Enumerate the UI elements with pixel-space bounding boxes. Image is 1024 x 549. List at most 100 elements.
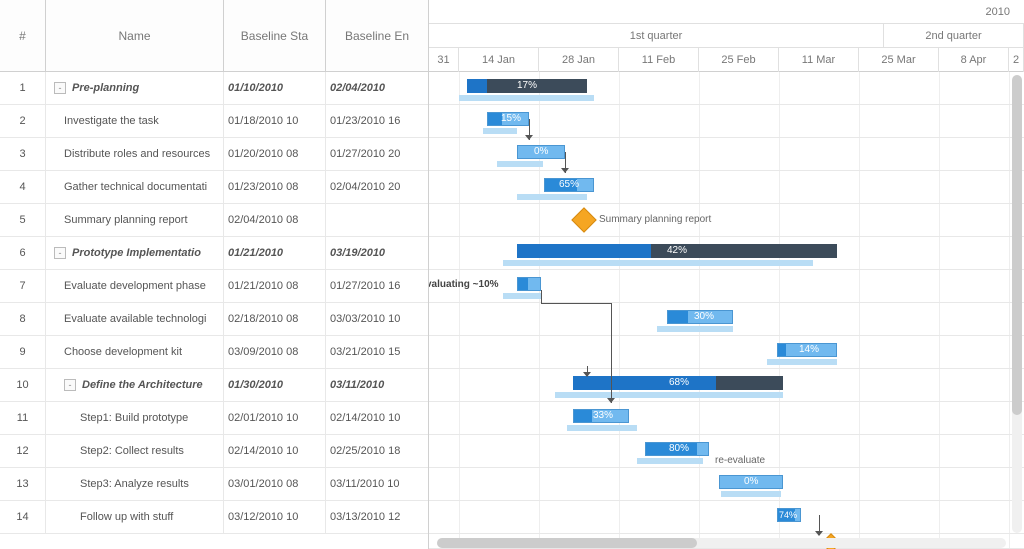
timeline-row[interactable]: 17% — [429, 72, 1024, 105]
row-end-date[interactable] — [326, 204, 428, 236]
row-start-date[interactable]: 02/14/2010 10 — [224, 435, 326, 467]
row-name[interactable]: Evaluate development phase — [46, 270, 224, 302]
row-name[interactable]: Step2: Collect results — [46, 435, 224, 467]
row-name[interactable]: Distribute roles and resources — [46, 138, 224, 170]
row-start-date[interactable]: 01/23/2010 08 — [224, 171, 326, 203]
row-name[interactable]: Evaluate available technologi — [46, 303, 224, 335]
row-end-date[interactable]: 02/04/2010 20 — [326, 171, 428, 203]
row-start-date[interactable]: 02/18/2010 08 — [224, 303, 326, 335]
timeline-row[interactable]: 42% — [429, 237, 1024, 270]
timeline-row[interactable]: valuating ~10% — [429, 270, 1024, 303]
row-start-date[interactable]: 01/21/2010 — [224, 237, 326, 269]
row-name[interactable]: Investigate the task — [46, 105, 224, 137]
table-row[interactable]: 11Step1: Build prototype02/01/2010 1002/… — [0, 402, 428, 435]
row-end-date[interactable]: 03/03/2010 10 — [326, 303, 428, 335]
timeline-body[interactable]: 17% 15% 0% — [429, 72, 1024, 549]
date-cell[interactable]: 14 Jan — [459, 48, 539, 72]
timeline-row[interactable]: 30% — [429, 303, 1024, 336]
timeline-row[interactable]: 15% — [429, 105, 1024, 138]
header-name[interactable]: Name — [46, 0, 224, 71]
date-cell[interactable]: 11 Feb — [619, 48, 699, 72]
row-start-date[interactable]: 01/18/2010 10 — [224, 105, 326, 137]
date-cell[interactable]: 2 — [1009, 48, 1024, 72]
percent-label: 17% — [517, 80, 537, 92]
row-start-date[interactable]: 01/21/2010 08 — [224, 270, 326, 302]
table-row[interactable]: 5Summary planning report02/04/2010 08 — [0, 204, 428, 237]
date-cell[interactable]: 25 Feb — [699, 48, 779, 72]
row-start-date[interactable]: 02/04/2010 08 — [224, 204, 326, 236]
row-end-date[interactable]: 03/21/2010 15 — [326, 336, 428, 368]
milestone-diamond[interactable] — [571, 207, 596, 232]
row-end-date[interactable]: 01/27/2010 20 — [326, 138, 428, 170]
row-end-date[interactable]: 02/14/2010 10 — [326, 402, 428, 434]
collapse-button[interactable]: - — [54, 82, 66, 94]
row-name[interactable]: Step3: Analyze results — [46, 468, 224, 500]
table-row[interactable]: 14Follow up with stuff03/12/2010 1003/13… — [0, 501, 428, 534]
date-cell[interactable]: 11 Mar — [779, 48, 859, 72]
table-row[interactable]: 10-Define the Architecture01/30/201003/1… — [0, 369, 428, 402]
row-name[interactable]: -Prototype Implementatio — [46, 237, 224, 269]
vertical-scrollbar-track[interactable] — [1012, 75, 1022, 533]
horizontal-scrollbar-track[interactable] — [437, 538, 1006, 548]
timeline-panel[interactable]: 2010 1st quarter2nd quarter 3114 Jan28 J… — [429, 0, 1024, 549]
timeline-row[interactable]: 14% — [429, 336, 1024, 369]
table-row[interactable]: 13Step3: Analyze results03/01/2010 0803/… — [0, 468, 428, 501]
row-name[interactable]: -Pre-planning — [46, 72, 224, 104]
table-row[interactable]: 4Gather technical documentati01/23/2010 … — [0, 171, 428, 204]
task-name-label: Gather technical documentati — [64, 181, 207, 193]
row-name[interactable]: Gather technical documentati — [46, 171, 224, 203]
header-start[interactable]: Baseline Sta — [224, 0, 326, 71]
row-start-date[interactable]: 01/20/2010 08 — [224, 138, 326, 170]
timeline-row[interactable]: Summary planning report — [429, 204, 1024, 237]
row-start-date[interactable]: 02/01/2010 10 — [224, 402, 326, 434]
row-name[interactable]: Summary planning report — [46, 204, 224, 236]
row-start-date[interactable]: 01/10/2010 — [224, 72, 326, 104]
header-idx[interactable]: # — [0, 0, 46, 71]
row-start-date[interactable]: 01/30/2010 — [224, 369, 326, 401]
collapse-button[interactable]: - — [64, 379, 76, 391]
table-row[interactable]: 3Distribute roles and resources01/20/201… — [0, 138, 428, 171]
row-end-date[interactable]: 03/19/2010 — [326, 237, 428, 269]
row-index: 2 — [0, 105, 46, 137]
timeline-row[interactable]: 74% — [429, 501, 1024, 534]
timeline-row[interactable]: 65% — [429, 171, 1024, 204]
vertical-scrollbar-thumb[interactable] — [1012, 75, 1022, 415]
row-name[interactable]: Choose development kit — [46, 336, 224, 368]
collapse-button[interactable]: - — [54, 247, 66, 259]
baseline-bar — [483, 128, 517, 134]
row-start-date[interactable]: 03/12/2010 10 — [224, 501, 326, 533]
table-row[interactable]: 6-Prototype Implementatio01/21/201003/19… — [0, 237, 428, 270]
row-end-date[interactable]: 01/27/2010 16 — [326, 270, 428, 302]
timeline-row[interactable]: 0% — [429, 468, 1024, 501]
header-end[interactable]: Baseline En — [326, 0, 428, 71]
quarter-cell[interactable]: 1st quarter — [429, 24, 884, 48]
timeline-row[interactable]: 33% — [429, 402, 1024, 435]
row-end-date[interactable]: 03/11/2010 10 — [326, 468, 428, 500]
date-cell[interactable]: 28 Jan — [539, 48, 619, 72]
row-end-date[interactable]: 01/23/2010 16 — [326, 105, 428, 137]
quarter-cell[interactable]: 2nd quarter — [884, 24, 1024, 48]
table-row[interactable]: 8Evaluate available technologi02/18/2010… — [0, 303, 428, 336]
timeline-row[interactable]: 68% — [429, 369, 1024, 402]
row-end-date[interactable]: 02/04/2010 — [326, 72, 428, 104]
date-cell[interactable]: 25 Mar — [859, 48, 939, 72]
date-cell[interactable]: 31 — [429, 48, 459, 72]
table-row[interactable]: 2Investigate the task01/18/2010 1001/23/… — [0, 105, 428, 138]
row-name[interactable]: Step1: Build prototype — [46, 402, 224, 434]
date-cell[interactable]: 8 Apr — [939, 48, 1009, 72]
row-start-date[interactable]: 03/09/2010 08 — [224, 336, 326, 368]
task-name-label: Evaluate development phase — [64, 280, 206, 292]
row-end-date[interactable]: 03/13/2010 12 — [326, 501, 428, 533]
table-row[interactable]: 9Choose development kit03/09/2010 0803/2… — [0, 336, 428, 369]
row-end-date[interactable]: 03/11/2010 — [326, 369, 428, 401]
timeline-row[interactable]: 80% re-evaluate — [429, 435, 1024, 468]
table-row[interactable]: 1-Pre-planning01/10/201002/04/2010 — [0, 72, 428, 105]
row-end-date[interactable]: 02/25/2010 18 — [326, 435, 428, 467]
table-row[interactable]: 12Step2: Collect results02/14/2010 1002/… — [0, 435, 428, 468]
timeline-row[interactable]: 0% — [429, 138, 1024, 171]
horizontal-scrollbar-thumb[interactable] — [437, 538, 697, 548]
row-name[interactable]: -Define the Architecture — [46, 369, 224, 401]
row-start-date[interactable]: 03/01/2010 08 — [224, 468, 326, 500]
row-name[interactable]: Follow up with stuff — [46, 501, 224, 533]
table-row[interactable]: 7Evaluate development phase01/21/2010 08… — [0, 270, 428, 303]
